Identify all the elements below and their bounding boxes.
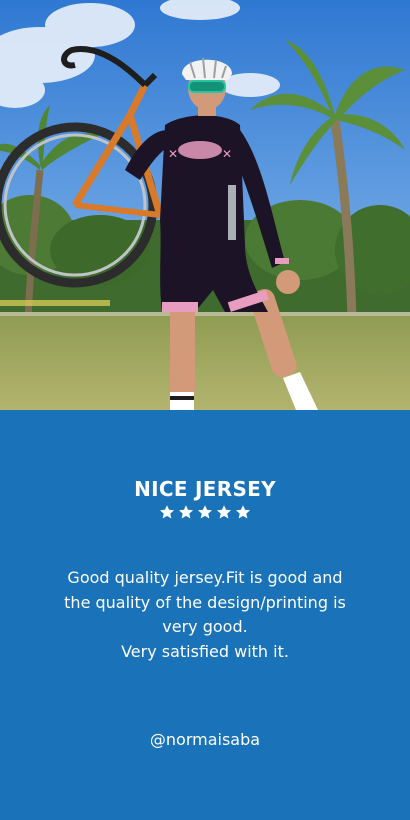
svg-text:✕: ✕	[222, 147, 232, 161]
review-photo: ✕ ✕	[0, 0, 410, 410]
review-text-line: very good.	[162, 617, 248, 636]
grass-field	[0, 312, 410, 410]
star-icon	[235, 504, 251, 520]
star-icon	[178, 504, 194, 520]
star-icon	[197, 504, 213, 520]
review-panel: NICE JERSEY Good quality jersey.Fit is g…	[0, 410, 410, 820]
star-icon	[216, 504, 232, 520]
star-rating	[0, 504, 410, 520]
review-title: NICE JERSEY	[134, 477, 276, 501]
star-icon	[159, 504, 175, 520]
review-text-line: Very satisfied with it.	[121, 641, 289, 661]
svg-text:✕: ✕	[168, 147, 178, 161]
review-text: Good quality jersey.Fit is good and the …	[30, 566, 380, 664]
review-card: ✕ ✕ NICE JERSEY Good quality jersey.Fit …	[0, 0, 410, 820]
review-text-line: the quality of the design/printing is	[64, 592, 346, 612]
author-handle: @normaisaba	[149, 730, 261, 749]
cyclist-photo-illustration: ✕ ✕	[0, 0, 410, 410]
review-text-line: Good quality jersey.Fit is good and	[67, 568, 343, 587]
